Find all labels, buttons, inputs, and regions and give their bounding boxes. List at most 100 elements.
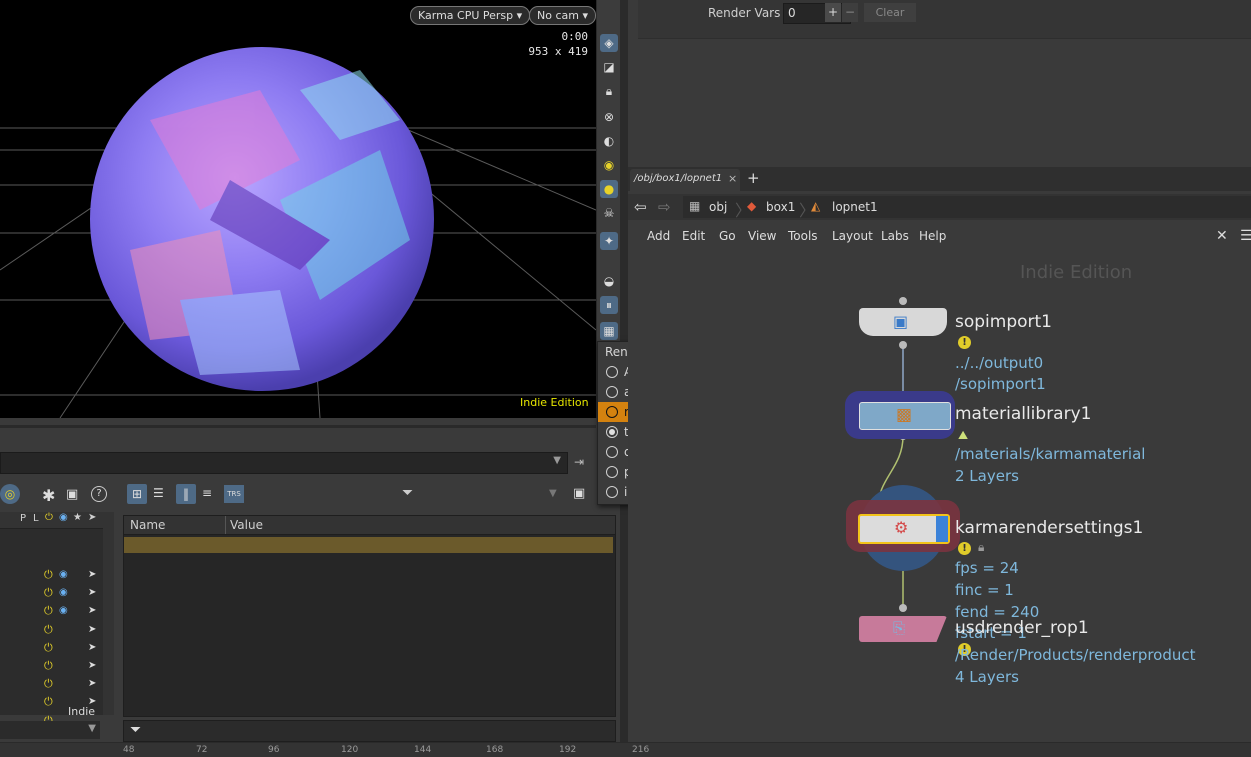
node-karmarendersettings1[interactable]: ⚙ [858,514,950,544]
select-toggle-icons[interactable]: ➤ ➤ ➤ ➤ ➤ ➤ ➤ ➤ [88,566,96,712]
radio-icon [606,386,618,398]
menu-add[interactable]: Add [647,229,670,243]
ruler-tick-label: 48 [123,745,135,755]
render-settings-icon: ⚙ [894,518,909,537]
render-outputs-icon[interactable]: ▦ [600,322,618,340]
timeline-ruler[interactable] [0,742,1251,757]
add-render-var-button[interactable]: + [825,3,841,22]
header-name[interactable]: Name [130,518,165,532]
network-canvas[interactable]: Indie Edition ▣ sopimport1 ! ../../outpu… [628,248,1251,742]
scene-graph-scrollbar[interactable] [103,512,114,715]
node-info-line: fps = 24 [955,559,1019,577]
filter-funnel-icon[interactable]: ⏷ [130,722,141,738]
gear-icon[interactable]: ✱ [42,486,55,505]
menu-edit[interactable]: Edit [682,229,705,243]
network-options-icon[interactable]: ☰ [1240,228,1251,244]
tools-icon[interactable]: ✕ [1216,228,1228,244]
indie-edition-watermark: Indie Edition [520,396,589,409]
rows-view-icon[interactable]: ≡ [202,486,212,500]
close-tab-icon[interactable]: × [728,172,737,185]
tab-label: /obj/box1/lopnet1 [634,173,723,184]
indie-label: Indie [68,705,96,718]
node-usdrender-rop1[interactable]: ⎘ [859,616,947,642]
clear-button[interactable]: Clear [864,3,916,22]
node-info-line: 4 Layers [955,668,1019,686]
snapshot-icon[interactable]: ◪ [600,58,618,76]
node-materiallibrary1[interactable]: ▩ [859,402,951,430]
shading-icon[interactable]: ✦ [600,232,618,250]
close-circle-icon[interactable]: ⊗ [600,108,618,126]
obj-icon: ▦ [689,199,701,213]
menu-view[interactable]: View [748,229,776,243]
path-obj[interactable]: obj [709,200,727,214]
display-options-icon[interactable]: ◈ [600,34,618,52]
help-icon[interactable]: ? [91,486,107,502]
lighting-mode-icon[interactable]: ● [600,180,618,198]
column-l[interactable]: L [33,513,39,524]
warning-icon[interactable]: ! [958,542,971,555]
menu-help[interactable]: Help [919,229,946,243]
camera-dropdown[interactable]: Karma CPU Persp ▾ [410,6,531,25]
forward-arrow-icon[interactable]: ⇨ [658,198,671,216]
tree-view-icon[interactable]: ⊞ [127,484,147,504]
active-toggle-icons[interactable]: ⏻⏻⏻⏻⏻⏻⏻⏻⏻ [44,566,53,730]
node-name: materiallibrary1 [955,404,1092,424]
filter-dropdown-icon[interactable]: ▼ [549,488,557,499]
inspect-icon[interactable]: ▣ [573,486,585,501]
trs-icon[interactable]: TRS [224,485,244,503]
node-sopimport1[interactable]: ▣ [859,308,947,336]
no-cam-dropdown[interactable]: No cam ▾ [529,6,596,25]
select-column-icon[interactable]: ➤ [88,512,96,523]
path-lopnet1[interactable]: lopnet1 [832,200,878,214]
headlight-icon[interactable]: ◉ [600,156,618,174]
column-p[interactable]: P [20,513,26,524]
tab-lopnet1[interactable]: /obj/box1/lopnet1 × [630,169,740,191]
scene-graph-mode-icon[interactable]: ◎ [0,484,20,504]
visibility-icon[interactable]: ◒ [600,272,618,290]
filter-bar[interactable]: ⏷ [123,720,616,742]
radio-icon [606,486,618,498]
active-column-icon[interactable]: ⏻ [45,512,53,523]
path-box1[interactable]: box1 [766,200,795,214]
light-icon[interactable]: ◐ [600,132,618,150]
columns-view-icon[interactable]: ‖ [176,484,196,504]
table-header: Name Value [124,516,615,535]
radio-icon [606,466,618,478]
back-arrow-icon[interactable]: ⇦ [634,198,647,216]
menu-labs[interactable]: Labs [881,229,909,243]
pin-icon[interactable]: ⇥ [574,455,584,469]
lock-icon[interactable]: 🔒︎ [978,540,984,555]
ghost-icon[interactable]: ☠ [600,204,618,222]
ruler-tick-label: 96 [268,745,280,755]
viewport-render [0,47,596,418]
table-row[interactable] [124,537,613,553]
add-tab-button[interactable]: + [747,169,760,187]
radio-icon [606,426,618,438]
lock-icon[interactable]: 🔒︎ [600,82,618,100]
menu-layout[interactable]: Layout [832,229,873,243]
scene-graph-tree[interactable]: ⏻⏻⏻⏻⏻⏻⏻⏻⏻ ◉◉◉ ➤➤➤➤➤➤➤➤ Indie [0,529,114,727]
header-value[interactable]: Value [230,518,263,532]
menu-go[interactable]: Go [719,229,736,243]
pause-render-icon[interactable]: ⏸ [600,296,618,314]
warning-icon[interactable]: ! [958,336,971,349]
filter-icon[interactable]: ⏷ [402,485,413,501]
list-view-icon[interactable]: ☰ [153,486,164,500]
visibility-toggle-icons[interactable]: ◉ ◉ ◉ [59,566,68,621]
display-flag[interactable] [936,516,948,542]
visibility-column-icon[interactable]: ◉ [59,512,68,523]
remove-render-var-button[interactable]: − [842,3,858,22]
menu-tools[interactable]: Tools [788,229,818,243]
attribute-table[interactable]: Name Value [123,515,616,717]
bottom-dropdown-icon[interactable]: ▼ [88,723,96,734]
star-column-icon[interactable]: ★ [73,512,82,523]
scene-viewport[interactable]: Karma CPU Persp ▾ No cam ▾ 0:00 953 x 41… [0,0,596,418]
dropdown-arrow-icon[interactable]: ▼ [553,455,561,466]
sop-import-icon: ▣ [893,312,909,331]
bypass-flag-icon[interactable]: ⛰ [958,428,968,443]
network-tab-bar: /obj/box1/lopnet1 × + [628,167,1251,191]
bottom-left-field[interactable]: ▼ [0,721,100,739]
scene-path-field[interactable]: ▼ [0,452,568,474]
add-primitive-icon[interactable]: ▣ [66,487,78,502]
pane-divider[interactable] [0,425,596,428]
